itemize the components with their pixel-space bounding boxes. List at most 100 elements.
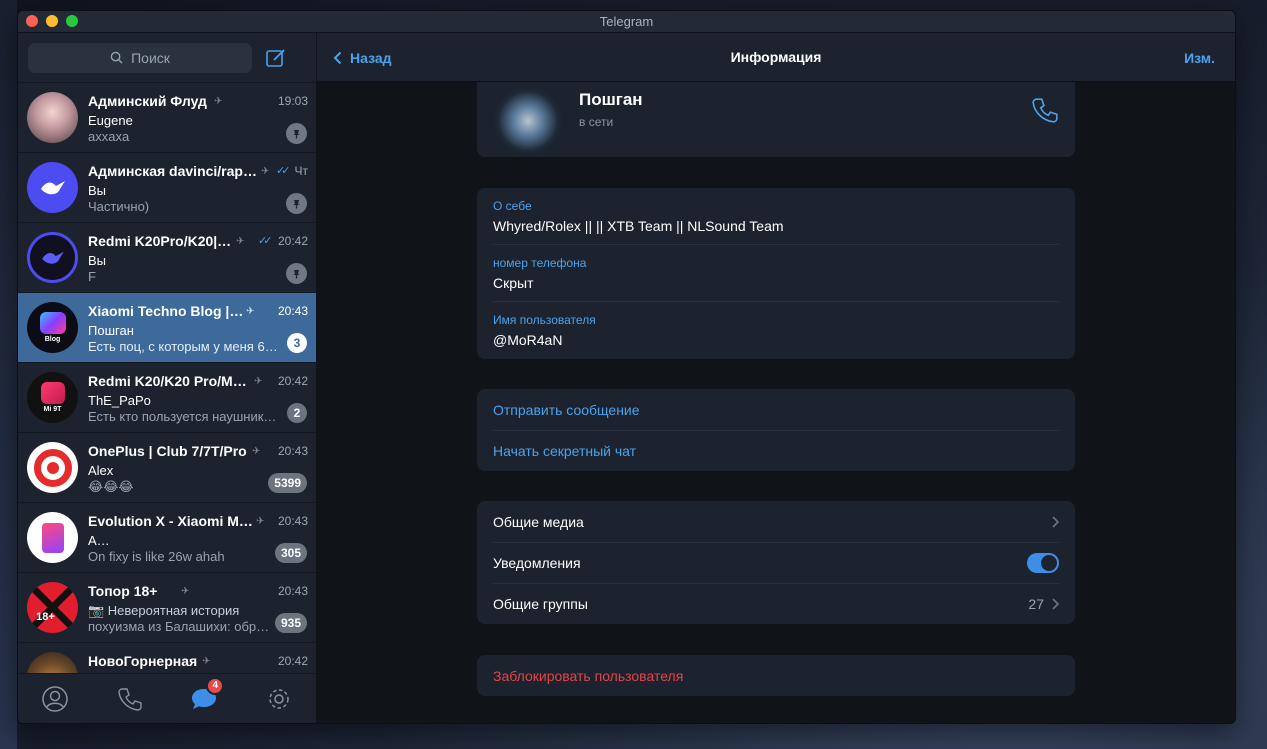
chat-item-active[interactable]: Blog Xiaomi Techno Blog |… ✈ 20:43 Пошга…: [18, 293, 316, 363]
avatar: [27, 92, 78, 143]
muted-icon: ✈: [246, 306, 255, 317]
avatar-label: Blog: [44, 336, 61, 343]
chat-preview: похуизма из Балашихи: обр…: [88, 619, 270, 634]
edit-button[interactable]: Изм.: [1184, 33, 1215, 82]
chat-time: 20:42: [277, 374, 308, 388]
avatar: [27, 652, 78, 673]
avatar: 18+: [27, 582, 78, 633]
tab-chats[interactable]: 4: [184, 676, 225, 719]
read-receipt-icon: ✓✓: [276, 165, 291, 177]
back-button[interactable]: Назад: [333, 33, 392, 82]
chat-time: 20:42: [277, 654, 308, 668]
chat-name: Evolution X - Xiaomi M…: [88, 513, 253, 529]
tab-calls[interactable]: [110, 679, 150, 719]
username-item[interactable]: Имя пользователя @MoR4aN: [493, 302, 1059, 359]
shared-media-label: Общие медиа: [493, 513, 584, 530]
avatar: Mi 9T: [27, 372, 78, 423]
search-row: Поиск: [18, 33, 316, 83]
chat-name: Админский Флуд: [88, 93, 207, 109]
window-title: Telegram: [599, 14, 654, 29]
common-groups-count: 27: [1028, 595, 1044, 612]
chevron-right-icon: [1052, 515, 1059, 528]
secret-chat-button[interactable]: Начать секретный чат: [493, 430, 1059, 471]
bio-value: Whyred/Rolex || || XTB Team || NLSound T…: [493, 218, 784, 234]
profile-name: Пошган: [579, 90, 643, 109]
phone-icon: [1032, 98, 1058, 123]
muted-icon: ✈: [256, 516, 265, 527]
bio-item: О себе Whyred/Rolex || || XTB Team || NL…: [493, 188, 1059, 245]
minimize-window-button[interactable]: [46, 15, 58, 27]
tab-contacts[interactable]: [35, 679, 75, 719]
notifications-toggle[interactable]: [1027, 552, 1059, 573]
gear-icon: [269, 688, 289, 709]
notifications-label: Уведомления: [493, 554, 581, 571]
back-label: Назад: [350, 49, 392, 66]
chat-sender: ThE_PaPo: [88, 393, 151, 408]
username-label: Имя пользователя: [493, 313, 596, 327]
profile-card: Пошган в сети: [477, 82, 1075, 157]
chat-time: 20:43: [277, 304, 308, 318]
chat-item[interactable]: НовоГорнерная ✈ 20:42: [18, 643, 316, 673]
main-panel: Назад Информация Изм. Пошган в сети О се…: [317, 33, 1235, 723]
muted-icon: ✈: [214, 96, 223, 107]
muted-icon: ✈: [254, 376, 263, 387]
page-title: Информация: [730, 49, 822, 65]
muted-icon: ✈: [252, 446, 261, 457]
chat-name: НовоГорнерная: [88, 653, 198, 669]
block-user-button[interactable]: Заблокировать пользователя: [493, 655, 1059, 696]
chats-unread-badge: 4: [206, 676, 225, 695]
username-value: @MoR4aN: [493, 332, 563, 348]
chat-item[interactable]: 18+ Топор 18+ ✈ 20:43 📷 Невероятная исто…: [18, 573, 316, 643]
chat-time: 20:43: [277, 514, 308, 528]
send-message-button[interactable]: Отправить сообщение: [493, 389, 1059, 430]
chat-preview: axxaxa: [88, 129, 130, 144]
call-button[interactable]: [1031, 96, 1059, 124]
avatar-label: Mi 9T: [43, 406, 62, 413]
pin-icon: [286, 193, 307, 214]
chat-time: 20:43: [277, 584, 308, 598]
chat-item[interactable]: OnePlus | Club 7/7T/Pro ✈ 20:43 Alex 😂😂😂…: [18, 433, 316, 503]
pin-icon: [286, 263, 307, 284]
common-groups-meta: 27: [1028, 596, 1059, 612]
common-groups-label: Общие группы: [493, 595, 588, 612]
search-icon: [110, 51, 123, 64]
chat-preview: On fixy is like 26w ahah: [88, 549, 225, 564]
bio-label: О себе: [493, 199, 532, 213]
info-card: О себе Whyred/Rolex || || XTB Team || NL…: [477, 188, 1075, 359]
read-receipt-icon: ✓✓: [258, 235, 273, 247]
chat-item[interactable]: Evolution X - Xiaomi M… ✈ 20:43 A… On fi…: [18, 503, 316, 573]
muted-icon: ✈: [261, 166, 270, 177]
close-window-button[interactable]: [26, 15, 38, 27]
avatar: Blog: [27, 302, 78, 353]
compose-icon: [266, 48, 285, 67]
sidebar: Поиск Админский Флуд ✈ 19:03 Eugene axxa…: [18, 33, 317, 723]
chat-preview: Частично): [88, 199, 150, 214]
chat-item[interactable]: Redmi K20Pro/K20|… ✈ ✓✓ 20:42 Вы F: [18, 223, 316, 293]
chevron-left-icon: [333, 51, 342, 64]
search-input[interactable]: Поиск: [28, 42, 252, 73]
avatar: [27, 442, 78, 493]
chat-name: OnePlus | Club 7/7T/Pro: [88, 443, 247, 459]
profile-status: в сети: [579, 115, 614, 129]
chat-sender: Вы: [88, 183, 107, 198]
tab-bar: 4: [18, 673, 316, 723]
chat-item[interactable]: Mi 9T Redmi K20/K20 Pro/M… ✈ 20:42 ThE_P…: [18, 363, 316, 433]
chat-preview: Есть поц, с которым у меня 6…: [88, 339, 278, 354]
zoom-window-button[interactable]: [66, 15, 78, 27]
shared-media-row[interactable]: Общие медиа: [493, 501, 1059, 542]
settings-card: Общие медиа Уведомления Общие группы 27: [477, 501, 1075, 624]
common-groups-row[interactable]: Общие группы 27: [493, 583, 1059, 624]
nav-bar: Назад Информация Изм.: [317, 33, 1235, 82]
phone-value: Скрыт: [493, 275, 534, 291]
avatar-label: 18+: [36, 610, 55, 623]
chat-item[interactable]: Админский Флуд ✈ 19:03 Eugene axxaxa: [18, 83, 316, 153]
compose-button[interactable]: [264, 46, 288, 70]
chat-sender: Eugene: [88, 113, 133, 128]
unread-badge: 305: [274, 543, 307, 563]
avatar: [27, 162, 78, 213]
chat-item[interactable]: Админская davinci/rap… ✈ ✓✓ Чт Вы Частич…: [18, 153, 316, 223]
search-placeholder: Поиск: [131, 49, 170, 66]
avatar: [27, 232, 78, 283]
tab-settings[interactable]: [259, 679, 299, 719]
actions-card: Отправить сообщение Начать секретный чат: [477, 389, 1075, 471]
